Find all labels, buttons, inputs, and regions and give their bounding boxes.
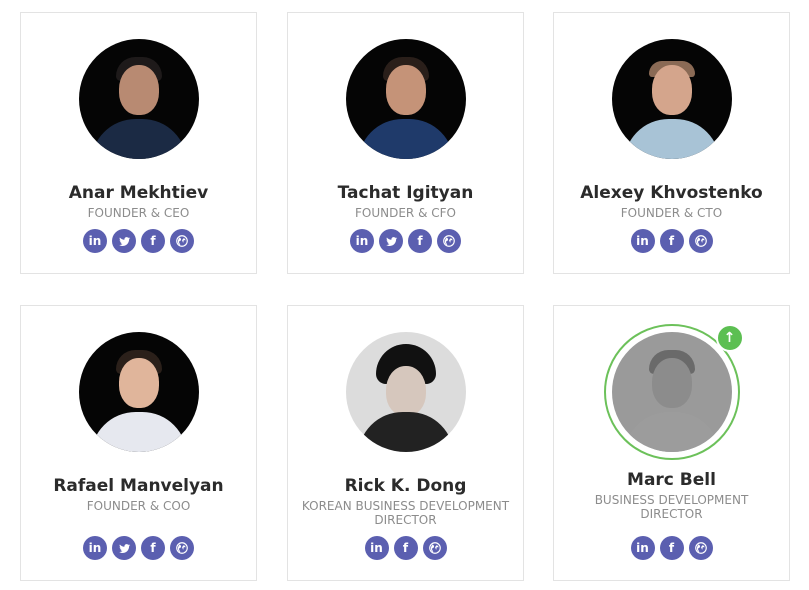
linkedin-icon[interactable]: in [364, 536, 389, 560]
avatar-wrap [611, 39, 732, 159]
avatar [345, 332, 466, 452]
linkedin-icon[interactable]: in [630, 536, 655, 560]
avatar [345, 39, 466, 159]
avatar [78, 332, 199, 452]
member-name: Alexey Khvostenko [580, 183, 763, 203]
member-role: FOUNDER & COO [86, 499, 191, 513]
social-links: in f [554, 229, 789, 253]
team-card: Rafael Manvelyan FOUNDER & COO in f [20, 305, 257, 581]
member-role: BUSINESS DEVELOPMENT DIRECTOR [594, 493, 749, 521]
team-card: Rick K. Dong KOREAN BUSINESS DEVELOPMENT… [287, 305, 524, 581]
social-links: in f [21, 229, 256, 253]
social-links: in f [21, 536, 256, 560]
facebook-icon[interactable]: f [659, 536, 684, 560]
team-card: ↑ Marc Bell BUSINESS DEVELOPMENT DIRECTO… [553, 305, 790, 581]
linkedin-icon[interactable]: in [350, 229, 374, 253]
member-name: Tachat Igityan [337, 183, 474, 203]
linkedin-icon[interactable]: in [630, 229, 655, 253]
globe-icon[interactable] [437, 229, 461, 253]
facebook-icon[interactable]: f [659, 229, 684, 253]
member-role: KOREAN BUSINESS DEVELOPMENT DIRECTOR [301, 499, 510, 527]
globe-icon[interactable] [170, 229, 194, 253]
avatar [78, 39, 199, 159]
arrow-up-icon[interactable]: ↑ [715, 324, 744, 352]
avatar [611, 332, 732, 452]
member-name: Marc Bell [627, 470, 716, 490]
twitter-icon[interactable] [112, 536, 136, 560]
globe-icon[interactable] [422, 536, 447, 560]
twitter-icon[interactable] [379, 229, 403, 253]
facebook-icon[interactable]: f [408, 229, 432, 253]
globe-icon[interactable] [688, 229, 713, 253]
member-name: Rafael Manvelyan [53, 476, 224, 496]
member-role: FOUNDER & CEO [87, 206, 190, 220]
avatar-wrap [345, 39, 466, 159]
social-links: in f [554, 536, 789, 560]
avatar [611, 39, 732, 159]
facebook-icon[interactable]: f [141, 536, 165, 560]
team-card: Tachat Igityan FOUNDER & CFO in f [287, 12, 524, 274]
member-role: FOUNDER & CTO [620, 206, 723, 220]
member-role: FOUNDER & CFO [355, 206, 456, 220]
member-name: Rick K. Dong [344, 476, 467, 496]
team-card: Anar Mekhtiev FOUNDER & CEO in f [20, 12, 257, 274]
twitter-icon[interactable] [112, 229, 136, 253]
avatar-wrap: ↑ [603, 324, 744, 460]
globe-icon[interactable] [688, 536, 713, 560]
globe-icon[interactable] [170, 536, 194, 560]
team-card: Alexey Khvostenko FOUNDER & CTO in f [553, 12, 790, 274]
social-links: in f [288, 229, 523, 253]
linkedin-icon[interactable]: in [83, 229, 107, 253]
member-name: Anar Mekhtiev [68, 183, 209, 203]
facebook-icon[interactable]: f [393, 536, 418, 560]
social-links: in f [288, 536, 523, 560]
avatar-wrap [345, 332, 466, 452]
avatar-wrap [78, 39, 199, 159]
facebook-icon[interactable]: f [141, 229, 165, 253]
linkedin-icon[interactable]: in [83, 536, 107, 560]
avatar-wrap [78, 332, 199, 452]
